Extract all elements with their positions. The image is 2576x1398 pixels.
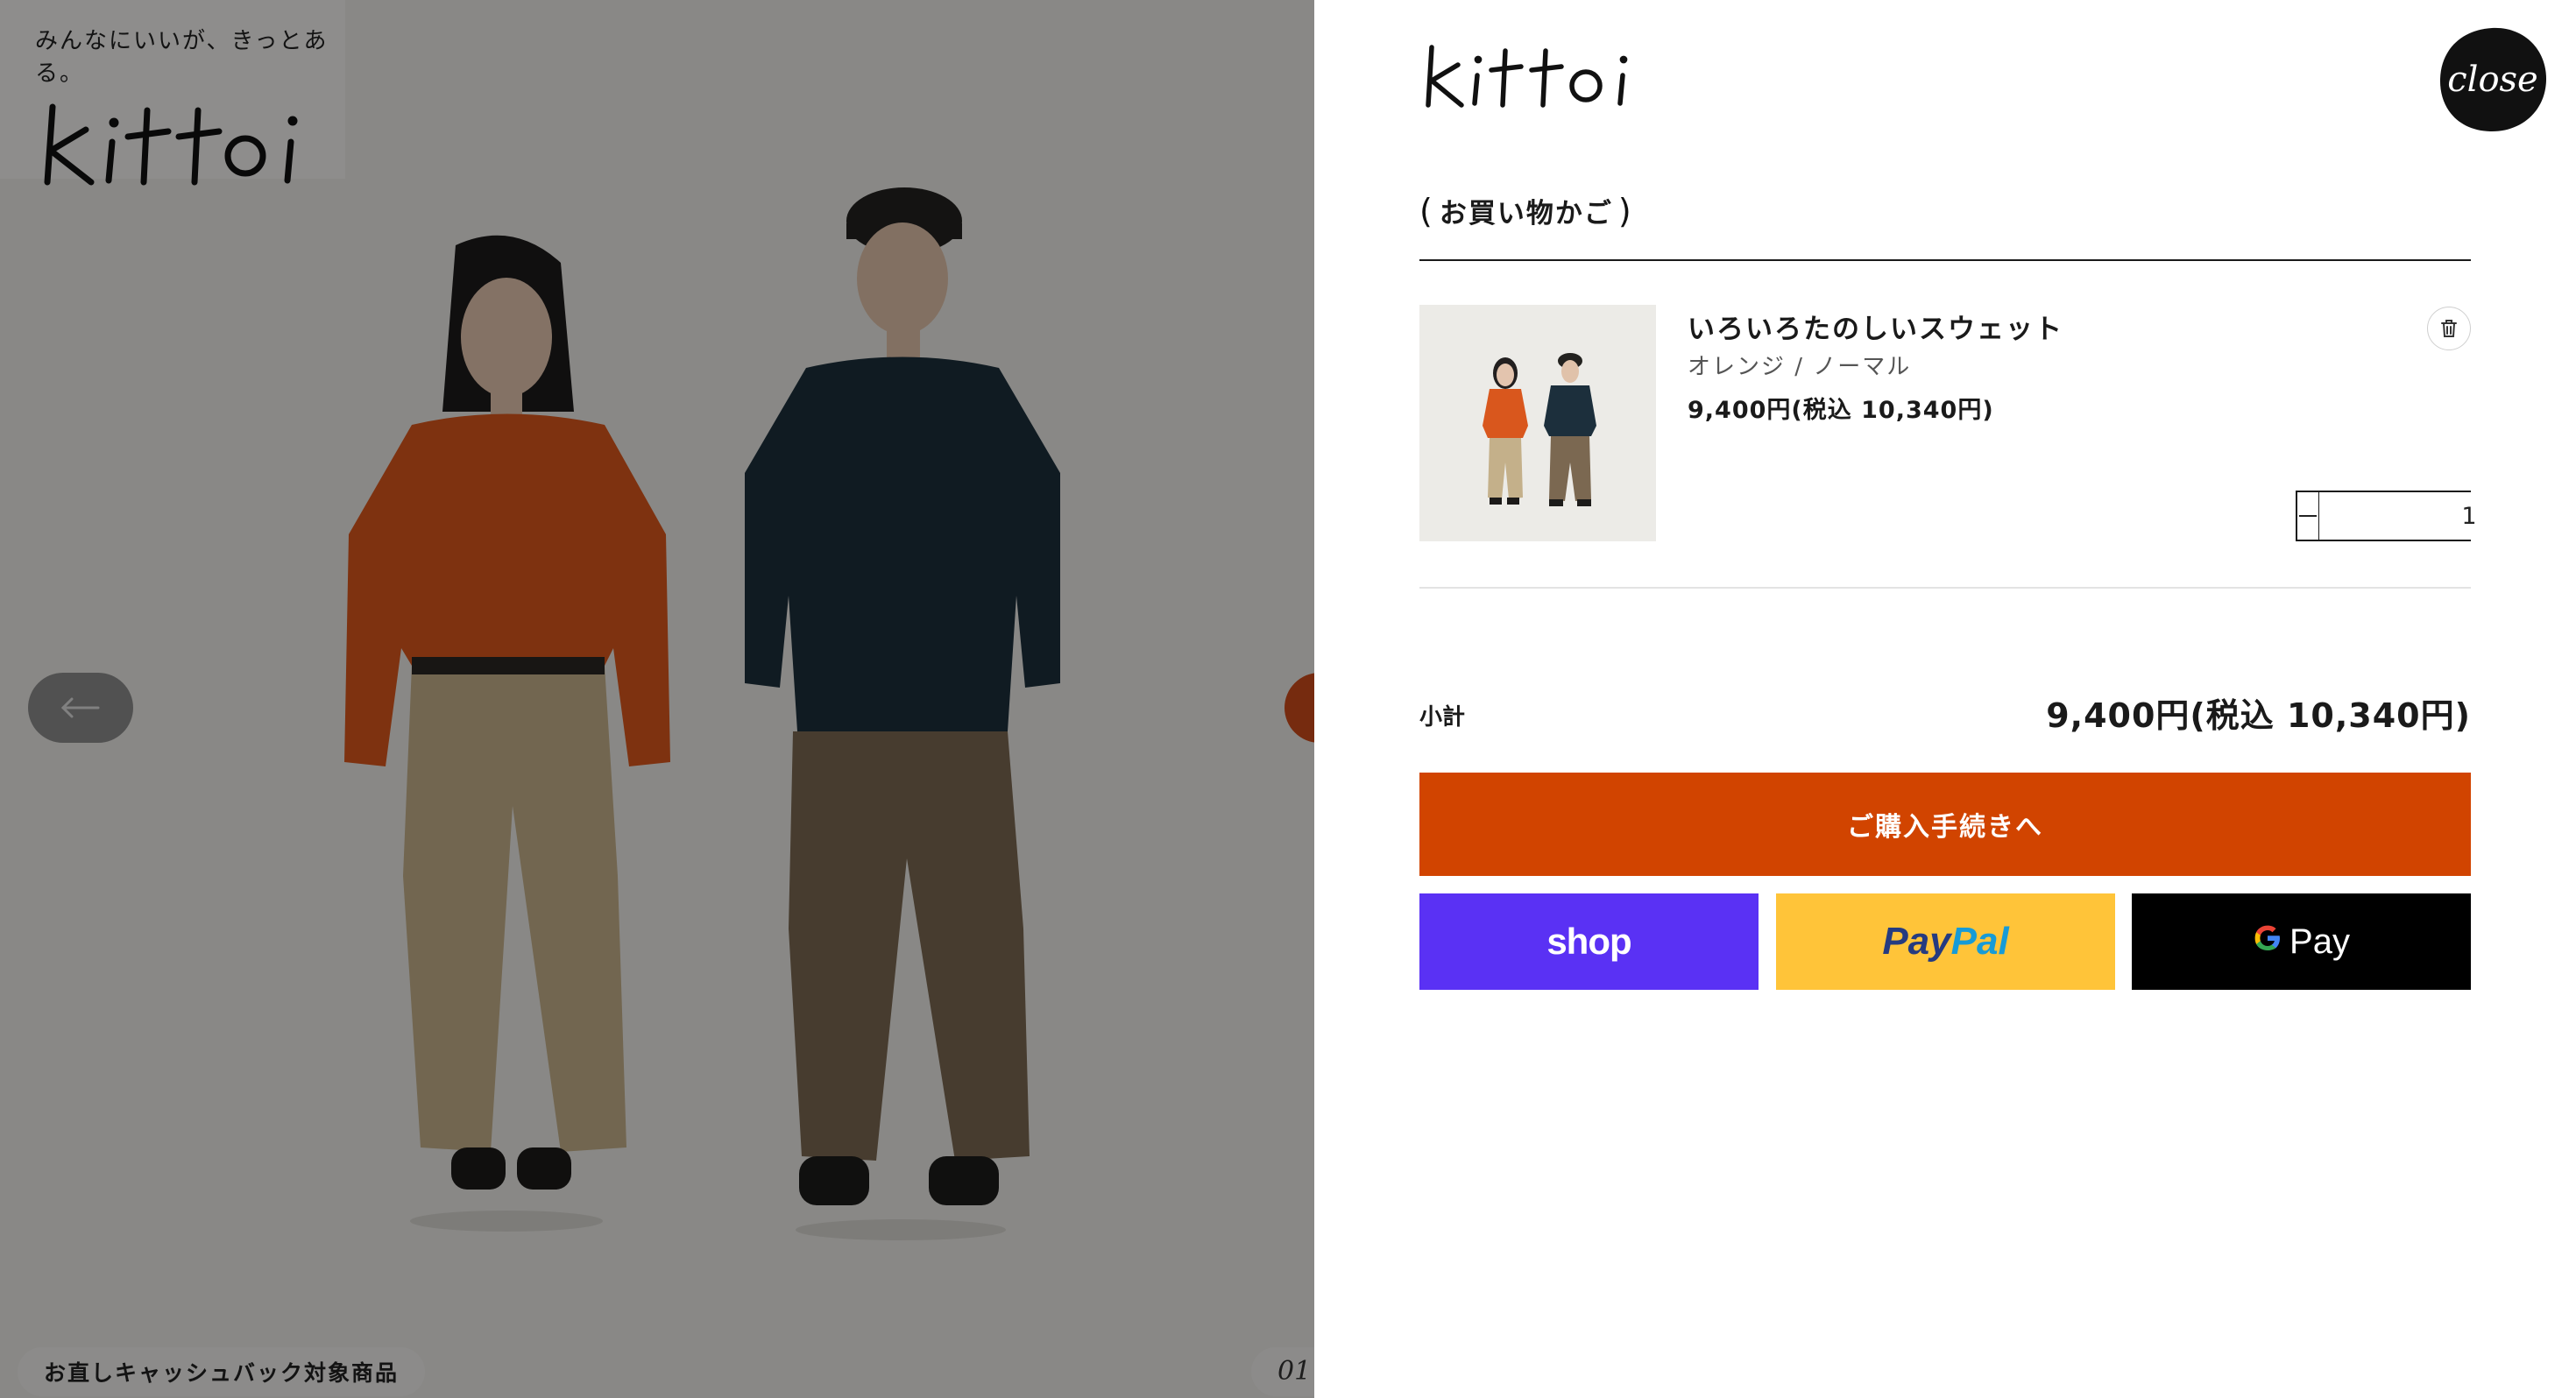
subtotal-label: 小計 <box>1419 704 1466 731</box>
quantity-input[interactable] <box>2319 492 2576 540</box>
cart-item-price: 9,400円(税込 10,340円) <box>1688 397 1994 424</box>
drawer-backdrop[interactable] <box>0 0 1314 1398</box>
google-pay-button[interactable]: Pay <box>2132 893 2471 990</box>
subtotal-value: 9,400円(税込 10,340円) <box>2046 696 2471 735</box>
paypal-label-pal: Pal <box>1950 920 2009 963</box>
cart-item-image[interactable] <box>1419 305 1656 541</box>
cart-item-divider <box>1419 587 2471 589</box>
quantity-stepper <box>2296 491 2576 541</box>
cart-item-variant: オレンジ / ノーマル <box>1688 354 1912 380</box>
remove-item-button[interactable] <box>2427 307 2471 350</box>
cart-divider <box>1419 259 2471 261</box>
google-pay-label: Pay <box>2289 921 2350 961</box>
cart-title-close-paren: ) <box>1617 191 1633 230</box>
paypal-button[interactable]: Pay Pal <box>1776 893 2115 990</box>
drawer-logo <box>1426 45 1628 108</box>
google-g-icon <box>2253 922 2282 962</box>
cart-item-name[interactable]: いろいろたのしいスウェット <box>1688 307 2063 346</box>
close-button[interactable]: close <box>2438 26 2548 133</box>
cart-title-text: お買い物かご <box>1439 198 1613 229</box>
cart-item-thumbnail <box>1419 305 1656 541</box>
checkout-button[interactable]: ご購入手続きへ <box>1419 773 2471 876</box>
trash-icon <box>2441 320 2457 337</box>
product-page: みんなにいいが、きっとある。 お直しキャッシュバック対象商品 01 <box>0 0 1314 1398</box>
cart-drawer: close ( お買い物かご ) いろいろたのしいスウェット オレンジ / ノー… <box>1314 0 2576 1398</box>
close-icon: close <box>2439 27 2546 132</box>
cart-title-open-paren: ( <box>1419 191 1434 230</box>
quantity-decrease-button[interactable] <box>2297 492 2319 540</box>
close-label: close <box>2447 60 2537 100</box>
shop-pay-button[interactable]: shop <box>1419 893 1759 990</box>
cart-title: ( お買い物かご ) <box>1419 191 1633 230</box>
paypal-label-pay: Pay <box>1882 920 1951 963</box>
minus-icon <box>2299 515 2317 517</box>
